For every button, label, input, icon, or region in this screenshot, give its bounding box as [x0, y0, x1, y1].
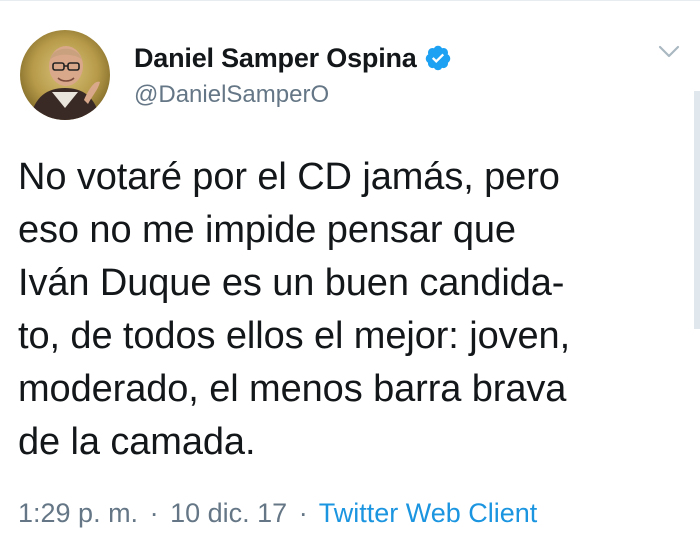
tweet-metadata: 1:29 p. m. · 10 dic. 17 · Twitter Web Cl…	[18, 498, 537, 529]
author-block: Daniel Samper Ospina @DanielSamperO	[134, 41, 594, 109]
separator: ·	[149, 498, 159, 528]
client-link[interactable]: Twitter Web Client	[319, 498, 538, 528]
tweet-text: No votaré por el CD jamás, pero eso no m…	[18, 156, 571, 463]
avatar[interactable]	[20, 30, 110, 120]
tweet-time[interactable]: 1:29 p. m.	[18, 498, 138, 528]
chevron-down-icon[interactable]	[658, 45, 680, 59]
name-row: Daniel Samper Ospina	[134, 41, 594, 75]
handle[interactable]: @DanielSamperO	[134, 81, 594, 109]
verified-badge-icon	[424, 44, 452, 72]
tweet-card: Daniel Samper Ospina @DanielSamperO No v…	[0, 0, 700, 533]
scrollbar[interactable]	[694, 91, 700, 329]
profile-photo-icon	[20, 30, 110, 120]
separator: ·	[298, 498, 308, 528]
tweet-date[interactable]: 10 dic. 17	[170, 498, 287, 528]
display-name[interactable]: Daniel Samper Ospina	[134, 43, 417, 74]
